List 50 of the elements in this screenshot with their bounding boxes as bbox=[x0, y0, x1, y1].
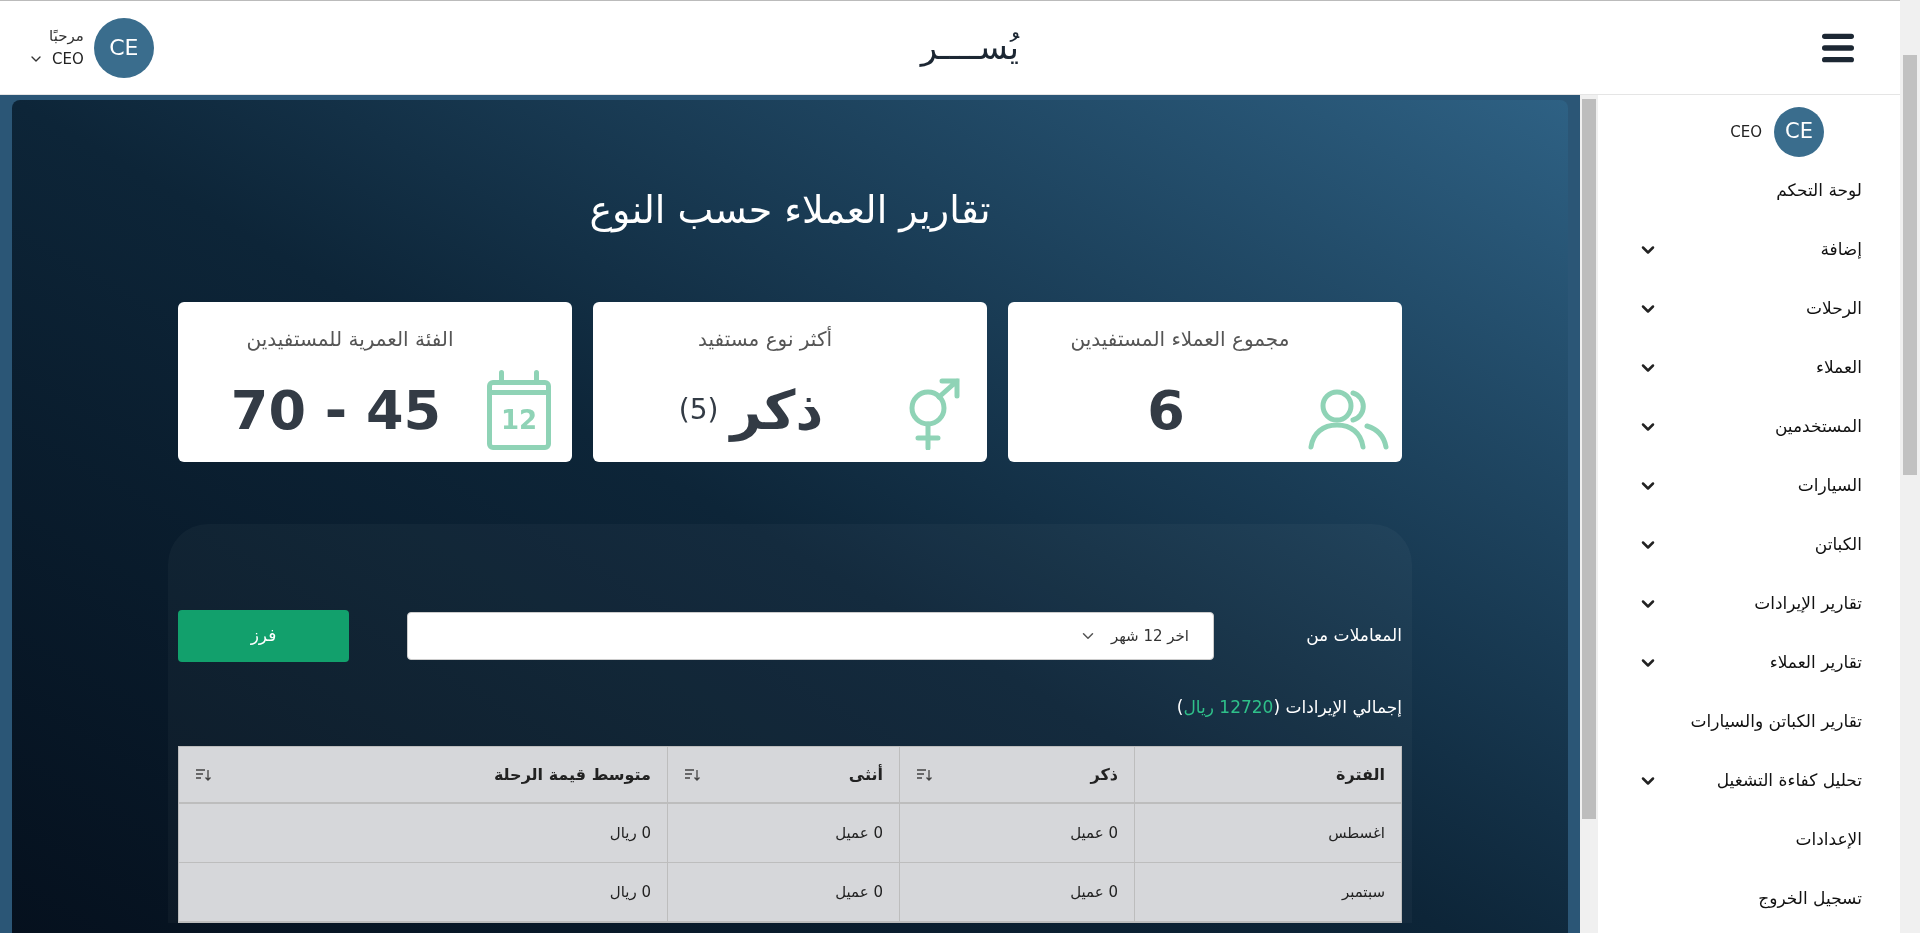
sidebar-item[interactable]: السيارات bbox=[1797, 472, 1862, 499]
card-label: أكثر نوع مستفيد bbox=[697, 325, 833, 353]
users-icon bbox=[1307, 388, 1391, 450]
sidebar-item[interactable]: الكباتن bbox=[1814, 531, 1862, 558]
period-select[interactable]: اخر 12 شهر bbox=[407, 612, 1214, 660]
table-cell: سبتمبر bbox=[1134, 863, 1401, 921]
card-value: ذكر bbox=[730, 377, 824, 444]
sidebar-item[interactable]: تسجيل الخروج bbox=[1758, 885, 1862, 912]
sidebar-item[interactable]: الرحلات bbox=[1806, 295, 1862, 322]
user-avatar[interactable]: CE bbox=[1774, 107, 1824, 157]
card-label: الفئة العمرية للمستفيدين bbox=[245, 326, 455, 353]
sidebar-item[interactable]: العملاء bbox=[1815, 354, 1862, 381]
sidebar-item[interactable]: تحليل كفاءة التشغيل bbox=[1716, 767, 1862, 794]
column-header[interactable]: أنثى bbox=[667, 747, 899, 802]
table-cell-text: 0 ريال bbox=[608, 822, 652, 844]
column-header[interactable]: الفترة bbox=[1134, 747, 1401, 802]
sidebar-item[interactable]: إضافة bbox=[1820, 236, 1862, 263]
user-name: CEO bbox=[52, 48, 84, 70]
column-header[interactable]: متوسط قيمة الرحلة bbox=[179, 747, 667, 802]
brand-logo: يُســــر bbox=[920, 26, 1020, 69]
card-value: 6 bbox=[1147, 377, 1185, 444]
content-scrollbar[interactable] bbox=[1580, 95, 1598, 933]
page-scrollbar[interactable] bbox=[1900, 0, 1920, 933]
sidebar-item[interactable]: تقارير العملاء bbox=[1769, 649, 1862, 676]
user-avatar[interactable]: CE bbox=[93, 17, 154, 78]
revenue-bracket: ) bbox=[1176, 696, 1184, 720]
sort-icon[interactable] bbox=[195, 768, 211, 781]
revenue-amount: 12720 ريال bbox=[1183, 696, 1274, 720]
card-label: مجموع العملاء المستفيدين bbox=[1069, 326, 1291, 353]
card-value: 45 - 70 bbox=[230, 377, 442, 444]
sidebar-item[interactable]: تقارير الإيرادات bbox=[1754, 590, 1862, 617]
sidebar-item[interactable]: الإعدادات bbox=[1795, 826, 1862, 853]
card-count: (5) bbox=[678, 396, 719, 425]
table-cell: 0 عميل bbox=[667, 863, 899, 921]
revenue-label: إجمالي الإيرادات ( bbox=[1273, 696, 1402, 720]
table-cell: 0 عميل bbox=[667, 804, 899, 862]
table-cell-text: 0 ريال bbox=[608, 881, 652, 903]
user-name: CEO bbox=[1730, 121, 1762, 143]
page-title: تقارير العملاء حسب النوع bbox=[588, 187, 992, 235]
table-cell: 0 عميل bbox=[899, 804, 1134, 862]
sidebar-item[interactable]: تقارير الكباتن والسيارات bbox=[1690, 708, 1862, 735]
table-cell: 0 عميل bbox=[899, 863, 1134, 921]
sort-icon[interactable] bbox=[684, 768, 700, 781]
sidebar-item[interactable]: لوحة التحكم bbox=[1776, 177, 1862, 204]
sort-icon[interactable] bbox=[916, 768, 932, 781]
filter-label: المعاملات من bbox=[1305, 624, 1402, 648]
table-cell: اغسطس bbox=[1134, 804, 1401, 862]
greeting-text: مرحبًا bbox=[49, 26, 84, 47]
column-header[interactable]: ذكر bbox=[899, 747, 1134, 802]
sidebar-item[interactable]: المستخدمين bbox=[1774, 413, 1862, 440]
